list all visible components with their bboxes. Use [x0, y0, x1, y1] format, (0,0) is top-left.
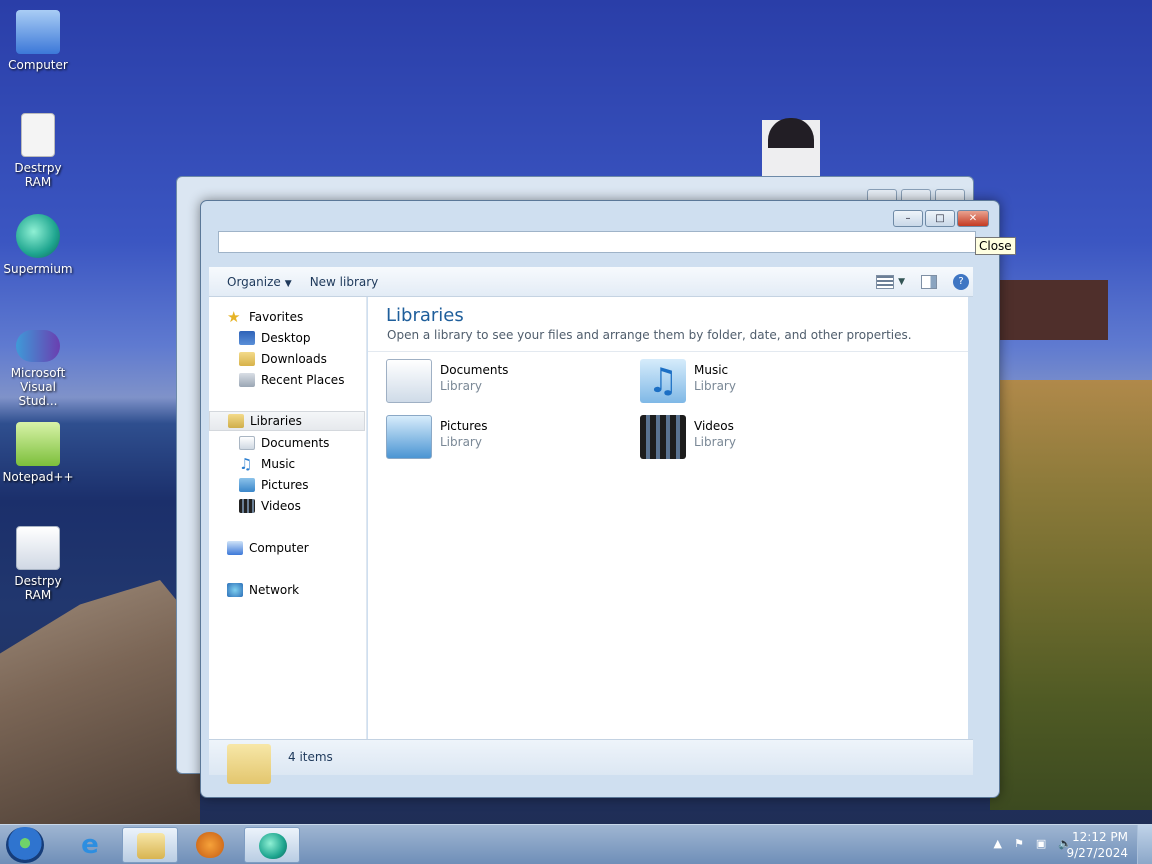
desktop-icon-notepadpp[interactable]: Notepad++	[0, 422, 76, 484]
network-icon	[227, 583, 243, 597]
folder-icon	[137, 833, 165, 859]
nav-videos[interactable]: Videos	[239, 496, 301, 516]
supermium-icon	[16, 214, 60, 258]
visual-studio-icon	[16, 330, 60, 362]
videos-library-icon	[640, 415, 686, 459]
library-item-music[interactable]: ♫ Music Library	[640, 359, 880, 407]
show-desktop-button[interactable]	[1137, 825, 1152, 864]
downloads-folder-icon	[239, 352, 255, 366]
libraries-icon	[228, 414, 244, 428]
window-controls: – □ ✕	[893, 210, 989, 227]
music-library-icon: ♫	[640, 359, 686, 403]
start-button[interactable]	[6, 827, 44, 863]
nav-computer[interactable]: Computer	[227, 538, 309, 558]
pictures-library-icon	[386, 415, 432, 459]
nav-downloads[interactable]: Downloads	[239, 349, 327, 369]
library-item-pictures[interactable]: Pictures Library	[386, 415, 626, 463]
clock[interactable]: 12:12 PM 9/27/2024	[1066, 829, 1128, 861]
scenery-house-roof	[1000, 280, 1108, 340]
page-title: Libraries	[386, 305, 464, 326]
organize-button[interactable]: Organize ▼	[227, 275, 292, 289]
taskbar-windows-explorer[interactable]	[122, 827, 178, 863]
item-count: 4 items	[288, 750, 333, 764]
clock-time: 12:12 PM	[1072, 830, 1128, 844]
libraries-folder-icon	[227, 744, 271, 784]
chevron-down-icon[interactable]: ▼	[898, 277, 905, 287]
nav-recent-places[interactable]: Recent Places	[239, 370, 344, 390]
navigation-pane: ★ Favorites Desktop Downloads Recent Pla…	[209, 297, 367, 739]
libraries-explorer-window[interactable]: – □ ✕ Organize ▼ New library ▼ ? ★ Favori…	[200, 200, 1000, 798]
recent-places-icon	[239, 373, 255, 387]
library-item-documents[interactable]: Documents Library	[386, 359, 626, 407]
nav-libraries[interactable]: Libraries	[209, 411, 365, 431]
media-player-icon	[196, 832, 224, 858]
desktop-icon-visual-studio[interactable]: Microsoft Visual Stud...	[0, 330, 76, 408]
file-icon	[21, 113, 55, 157]
desktop-icon-supermium[interactable]: Supermium	[0, 214, 76, 276]
desktop-icon-destrpy-ram-file[interactable]: Destrpy RAM	[0, 113, 76, 189]
new-library-button[interactable]: New library	[310, 275, 379, 289]
status-bar: 4 items	[209, 739, 973, 784]
documents-icon	[239, 436, 255, 450]
music-note-icon: ♫	[239, 455, 253, 473]
scenery-rocks	[0, 580, 200, 825]
notepadpp-icon	[16, 422, 60, 466]
address-bar[interactable]	[218, 231, 976, 253]
action-center-flag-icon[interactable]: ⚑	[1014, 837, 1024, 850]
nav-music[interactable]: ♫ Music	[239, 454, 295, 474]
star-icon: ★	[227, 308, 241, 326]
minimize-button[interactable]: –	[893, 210, 923, 227]
nav-documents[interactable]: Documents	[239, 433, 329, 453]
desktop-icon-computer[interactable]: Computer	[0, 10, 76, 72]
preview-pane-icon[interactable]	[921, 274, 937, 289]
close-button[interactable]: ✕	[957, 210, 989, 227]
computer-icon	[16, 10, 60, 54]
nav-favorites[interactable]: ★ Favorites	[227, 307, 303, 327]
taskbar-media-player[interactable]	[182, 827, 238, 863]
desktop-icon	[239, 331, 255, 345]
scenery-hillside	[990, 380, 1152, 810]
change-view-icon[interactable]	[876, 274, 895, 289]
supermium-icon	[259, 833, 287, 859]
taskbar-internet-explorer[interactable]: e	[62, 827, 118, 863]
divider	[368, 351, 968, 352]
desktop-icon-destrpy-ram-config[interactable]: Destrpy RAM	[0, 526, 76, 602]
internet-explorer-icon: e	[81, 830, 99, 860]
show-hidden-icons-icon[interactable]: ▲	[994, 837, 1002, 850]
network-icon[interactable]: ▣	[1036, 837, 1046, 850]
videos-icon	[239, 499, 255, 513]
taskbar: e ▲ ⚑ ▣ 🔈 12:12 PM 9/27/2024	[0, 824, 1152, 864]
help-icon[interactable]: ?	[953, 273, 969, 290]
computer-icon	[227, 541, 243, 555]
libraries-content: Libraries Open a library to see your fil…	[368, 297, 968, 739]
command-bar: Organize ▼ New library ▼ ?	[209, 267, 973, 297]
nav-pictures[interactable]: Pictures	[239, 475, 309, 495]
nav-desktop[interactable]: Desktop	[239, 328, 311, 348]
close-tooltip: Close	[975, 237, 1016, 255]
taskbar-supermium[interactable]	[244, 827, 300, 863]
system-tray: ▲ ⚑ ▣ 🔈	[994, 837, 1072, 850]
chevron-down-icon: ▼	[284, 278, 292, 289]
maximize-button[interactable]: □	[925, 210, 955, 227]
documents-library-icon	[386, 359, 432, 403]
nav-network[interactable]: Network	[227, 580, 299, 600]
library-item-videos[interactable]: Videos Library	[640, 415, 880, 463]
clock-date: 9/27/2024	[1066, 846, 1128, 860]
pictures-icon	[239, 478, 255, 492]
settings-file-icon	[16, 526, 60, 570]
page-subtitle: Open a library to see your files and arr…	[387, 328, 912, 342]
view-controls: ▼ ?	[876, 273, 969, 290]
